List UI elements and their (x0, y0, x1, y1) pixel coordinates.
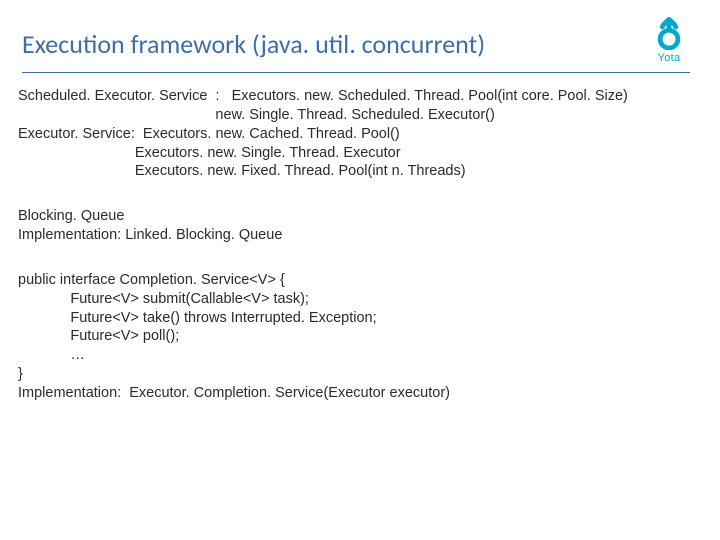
header: Execution framework (java. util. concurr… (0, 0, 720, 73)
completion-service-block: public interface Completion. Service<V> … (18, 271, 702, 403)
title-divider (22, 72, 690, 73)
blocking-queue-block: Blocking. Queue Implementation: Linked. … (18, 207, 702, 245)
slide-body: Scheduled. Executor. Service : Executors… (0, 73, 720, 403)
executor-services-block: Scheduled. Executor. Service : Executors… (18, 87, 702, 181)
slide: Yota Execution framework (java. util. co… (0, 0, 720, 540)
page-title: Execution framework (java. util. concurr… (22, 28, 690, 68)
